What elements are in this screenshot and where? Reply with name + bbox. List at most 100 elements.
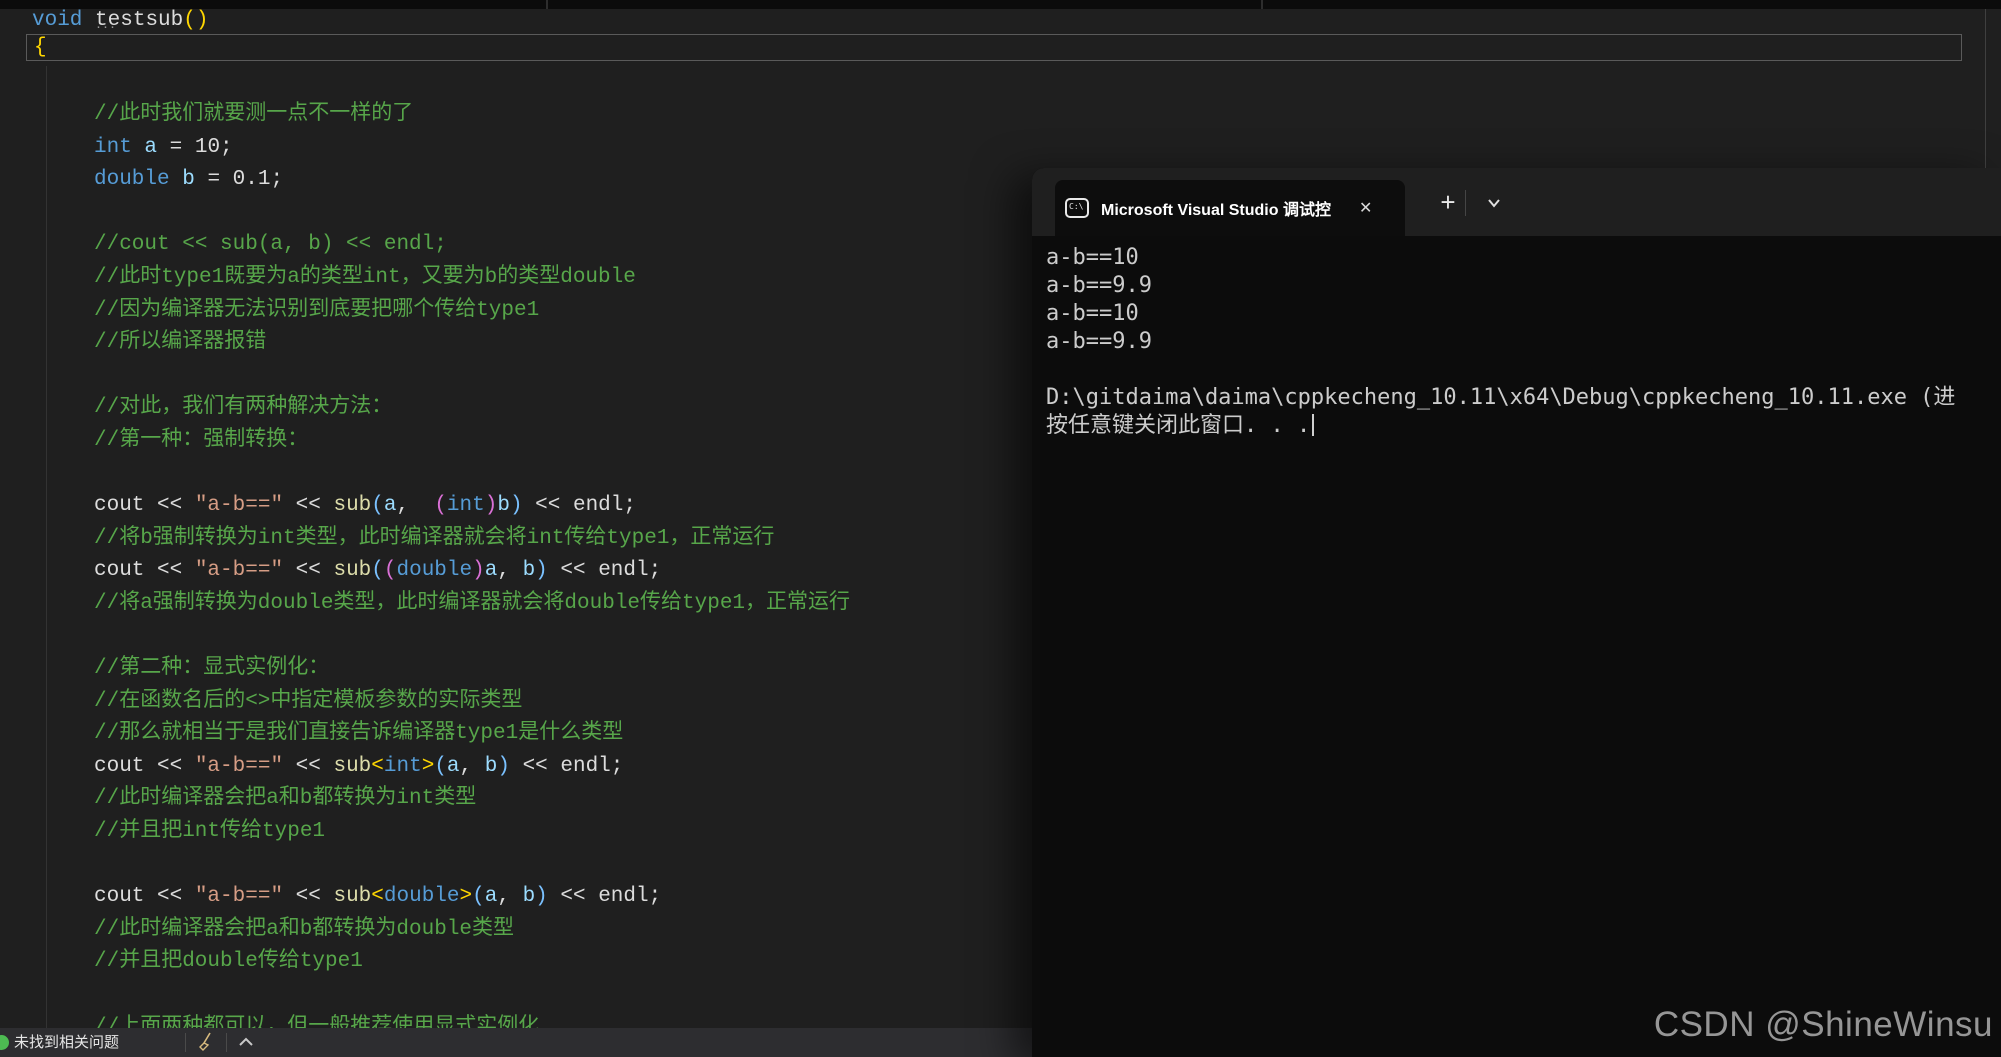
- clean-broom-icon[interactable]: [196, 1031, 218, 1053]
- code-token: << endl;: [523, 494, 636, 517]
- code-token: = 0.1;: [195, 168, 283, 191]
- status-message: 未找到相关问题: [14, 1028, 119, 1057]
- code-token: [132, 136, 145, 159]
- code-token: a: [384, 494, 397, 517]
- code-token: //将a强制转换为double类型，此时编译器就会将double传给type1，…: [94, 592, 850, 615]
- terminal-tab-bar: C:\ Microsoft Visual Studio 调试控 ✕ +: [1032, 168, 2001, 236]
- terminal-tab[interactable]: C:\ Microsoft Visual Studio 调试控 ✕: [1055, 180, 1405, 236]
- code-token: //那么就相当于是我们直接告诉编译器type1是什么类型: [94, 722, 623, 745]
- code-token: ,: [397, 494, 435, 517]
- code-token: sub: [333, 559, 371, 582]
- code-line: //所以编译器报错: [94, 327, 850, 360]
- code-token: b: [182, 168, 195, 191]
- code-token: ): [535, 885, 548, 908]
- code-token: << endl;: [548, 885, 661, 908]
- code-token: //此时我们就要测一点不一样的了: [94, 103, 413, 126]
- code-token: (: [434, 755, 447, 778]
- code-token: //并且把int传给type1: [94, 820, 325, 843]
- code-token: //在函数名后的<>中指定模板参数的实际类型: [94, 690, 522, 713]
- code-token: ): [510, 494, 523, 517]
- code-token: (: [371, 494, 384, 517]
- code-line: cout << "a-b==" << sub((double)a, b) << …: [94, 555, 850, 588]
- terminal-line: D:\gitdaima\daima\cppkecheng_10.11\x64\D…: [1046, 384, 2001, 412]
- terminal-line: a-b==9.9: [1046, 272, 2001, 300]
- code-token: b: [497, 494, 510, 517]
- code-token: a: [144, 136, 157, 159]
- code-token: int: [384, 755, 422, 778]
- watermark: CSDN @ShineWinsu: [1654, 1005, 1993, 1045]
- code-token: [82, 9, 95, 32]
- code-token: cout <<: [94, 755, 195, 778]
- cmd-prompt-icon: C:\: [1065, 198, 1089, 218]
- code-token: //并且把double传给type1: [94, 950, 363, 973]
- code-line: //因为编译器无法识别到底要把哪个传给type1: [94, 295, 850, 328]
- terminal-line: a-b==10: [1046, 244, 2001, 272]
- code-token: //将b强制转换为int类型，此时编译器就会将int传给type1，正常运行: [94, 527, 774, 550]
- code-token: <: [371, 885, 384, 908]
- chevron-down-icon[interactable]: [1478, 190, 1510, 216]
- code-token: (: [371, 559, 384, 582]
- code-token: ): [485, 494, 498, 517]
- code-token: ,: [497, 885, 522, 908]
- code-line: [94, 360, 850, 393]
- code-line: //此时编译器会把a和b都转换为double类型: [94, 914, 850, 947]
- code-token: int: [94, 136, 132, 159]
- code-token: << endl;: [510, 755, 623, 778]
- code-token: a: [485, 559, 498, 582]
- terminal-window: C:\ Microsoft Visual Studio 调试控 ✕ + a-b=…: [1032, 168, 2001, 1057]
- code-token: "a-b==": [195, 559, 283, 582]
- code-line: double b = 0.1;: [94, 164, 850, 197]
- terminal-line: [1046, 356, 2001, 384]
- vs-editor-screen: void testsub() ··· { //此时我们就要测一点不一样的了int…: [0, 0, 2001, 1057]
- code-token: sub: [333, 885, 371, 908]
- code-line: [94, 849, 850, 882]
- code-token: //所以编译器报错: [94, 331, 266, 354]
- statusbar-divider: [226, 1033, 227, 1052]
- code-token: [170, 168, 183, 191]
- code-token: double: [384, 885, 460, 908]
- code-token: double: [397, 559, 473, 582]
- chevron-up-icon[interactable]: [236, 1031, 258, 1053]
- code-token: //此时编译器会把a和b都转换为double类型: [94, 918, 514, 941]
- new-tab-button[interactable]: +: [1430, 182, 1466, 222]
- code-token: double: [94, 168, 170, 191]
- code-token: <<: [283, 885, 333, 908]
- code-token: sub: [333, 755, 371, 778]
- indent-guide: [46, 66, 47, 1028]
- terminal-tab-title: Microsoft Visual Studio 调试控: [1101, 196, 1353, 220]
- code-line: //并且把int传给type1: [94, 816, 850, 849]
- code-line: //对此，我们有两种解决方法：: [94, 392, 850, 425]
- code-line: int a = 10;: [94, 132, 850, 165]
- text-cursor: [1312, 414, 1314, 436]
- code-token: b: [523, 885, 536, 908]
- code-line: //第二种：显式实例化：: [94, 653, 850, 686]
- code-line: //第一种：强制转换：: [94, 425, 850, 458]
- code-token: "a-b==": [195, 885, 283, 908]
- function-signature-line: void testsub(): [32, 6, 208, 36]
- code-line: [94, 621, 850, 654]
- code-token: (: [384, 559, 397, 582]
- terminal-line: a-b==9.9: [1046, 328, 2001, 356]
- code-token: <<: [283, 755, 333, 778]
- code-area[interactable]: //此时我们就要测一点不一样的了int a = 10;double b = 0.…: [94, 99, 850, 1044]
- code-token: //此时type1既要为a的类型int，又要为b的类型double: [94, 266, 636, 289]
- code-token: ,: [497, 559, 522, 582]
- code-token: cout <<: [94, 559, 195, 582]
- code-token: <: [371, 755, 384, 778]
- close-icon[interactable]: ✕: [1359, 198, 1372, 218]
- code-line: cout << "a-b==" << sub<int>(a, b) << end…: [94, 751, 850, 784]
- code-line: //那么就相当于是我们直接告诉编译器type1是什么类型: [94, 718, 850, 751]
- code-line: //cout << sub(a, b) << endl;: [94, 229, 850, 262]
- open-brace: {: [34, 35, 47, 60]
- code-line: //此时我们就要测一点不一样的了: [94, 99, 850, 132]
- code-line: //并且把double传给type1: [94, 946, 850, 979]
- code-token: ): [472, 559, 485, 582]
- code-token: >: [422, 755, 435, 778]
- code-token: = 10;: [157, 136, 233, 159]
- code-token: void: [32, 9, 82, 32]
- code-line: cout << "a-b==" << sub(a, (int)b) << end…: [94, 490, 850, 523]
- terminal-output[interactable]: a-b==10a-b==9.9a-b==10a-b==9.9D:\gitdaim…: [1032, 236, 2001, 1057]
- code-line: [94, 197, 850, 230]
- code-token: //第二种：显式实例化：: [94, 657, 329, 680]
- code-token: <<: [283, 559, 333, 582]
